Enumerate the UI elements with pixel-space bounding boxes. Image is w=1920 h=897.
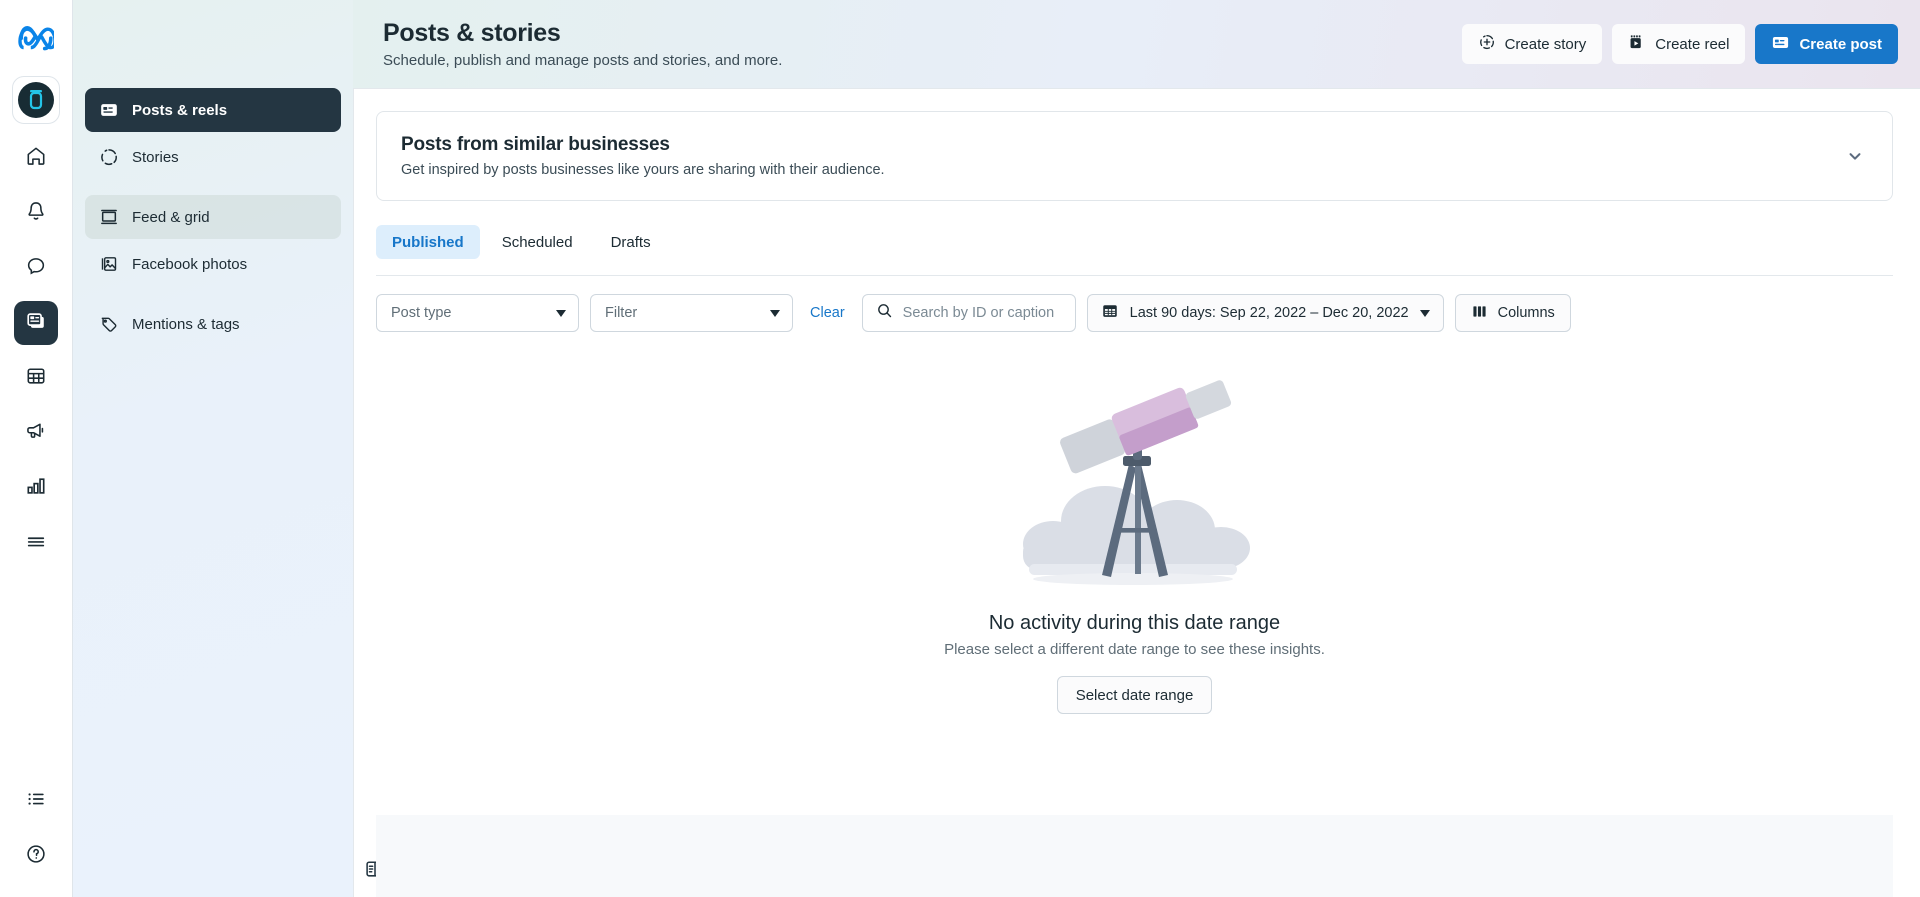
calendar-icon bbox=[1101, 302, 1119, 324]
chat-bubble-icon bbox=[25, 255, 47, 282]
sidebar-item-posts-reels[interactable]: Posts & reels bbox=[85, 88, 341, 132]
status-tabs: Published Scheduled Drafts bbox=[376, 225, 1893, 259]
photos-icon bbox=[99, 254, 119, 274]
create-story-icon bbox=[1478, 33, 1496, 55]
meta-logo[interactable] bbox=[12, 14, 60, 62]
chevron-down-icon bbox=[770, 309, 780, 317]
create-story-label: Create story bbox=[1504, 35, 1587, 53]
date-range-label: Last 90 days: Sep 22, 2022 – Dec 20, 202… bbox=[1129, 305, 1409, 321]
rail-item-content-table[interactable] bbox=[14, 356, 58, 400]
post-type-select-label: Post type bbox=[391, 305, 452, 321]
filter-select-label: Filter bbox=[605, 305, 638, 321]
chevron-down-icon bbox=[556, 309, 566, 317]
create-post-label: Create post bbox=[1799, 35, 1882, 53]
page-header-actions: Create story Create reel Create post bbox=[1461, 24, 1898, 64]
columns-button[interactable]: Columns bbox=[1454, 294, 1571, 332]
feed-grid-icon bbox=[99, 207, 119, 227]
create-story-button[interactable]: Create story bbox=[1461, 24, 1603, 64]
select-date-range-button[interactable]: Select date range bbox=[1056, 676, 1213, 714]
rail-item-posts-and-stories[interactable] bbox=[14, 301, 58, 345]
content-area: Posts from similar businesses Get inspir… bbox=[353, 88, 1920, 897]
sidebar-item-facebook-photos[interactable]: Facebook photos bbox=[85, 242, 341, 286]
business-account-avatar[interactable] bbox=[12, 76, 60, 124]
similar-businesses-text: Posts from similar businesses Get inspir… bbox=[401, 134, 885, 178]
rail-item-tasks[interactable] bbox=[14, 779, 58, 823]
global-icon-rail bbox=[0, 0, 73, 897]
filter-select[interactable]: Filter bbox=[590, 294, 793, 332]
content-inner: Posts from similar businesses Get inspir… bbox=[376, 111, 1893, 897]
bulleted-list-icon bbox=[25, 788, 47, 815]
table-icon bbox=[25, 365, 47, 392]
posts-icon bbox=[25, 310, 47, 337]
help-circle-icon bbox=[25, 843, 47, 870]
section-sidebar: Posts & reels Stories Feed & grid Facebo… bbox=[73, 0, 384, 897]
rail-item-insights[interactable] bbox=[14, 466, 58, 510]
create-reel-button[interactable]: Create reel bbox=[1612, 24, 1746, 64]
filter-bar: Post type Filter Clear Search by ID or c… bbox=[376, 294, 1893, 332]
page-subtitle: Schedule, publish and manage posts and s… bbox=[383, 51, 783, 69]
bar-chart-icon bbox=[25, 475, 47, 502]
columns-icon bbox=[1471, 303, 1488, 324]
create-reel-icon bbox=[1628, 33, 1646, 55]
similar-businesses-subtitle: Get inspired by posts businesses like yo… bbox=[401, 162, 885, 178]
megaphone-icon bbox=[25, 420, 47, 447]
page-title: Posts & stories bbox=[383, 19, 561, 48]
create-post-button[interactable]: Create post bbox=[1755, 24, 1898, 64]
main-column: Posts & stories Schedule, publish and ma… bbox=[353, 0, 1920, 897]
home-icon bbox=[25, 145, 47, 172]
tab-drafts[interactable]: Drafts bbox=[595, 225, 667, 259]
similar-businesses-title: Posts from similar businesses bbox=[401, 134, 670, 155]
search-input[interactable] bbox=[902, 305, 1062, 321]
rail-item-home[interactable] bbox=[14, 136, 58, 180]
posts-reels-icon bbox=[99, 100, 119, 120]
create-post-icon bbox=[1771, 33, 1790, 56]
bell-icon bbox=[25, 200, 47, 227]
tabs-divider bbox=[376, 275, 1893, 276]
rail-item-all-tools[interactable] bbox=[14, 521, 58, 565]
post-type-select[interactable]: Post type bbox=[376, 294, 579, 332]
rail-item-help[interactable] bbox=[14, 834, 58, 878]
tab-scheduled[interactable]: Scheduled bbox=[486, 225, 589, 259]
tag-icon bbox=[99, 314, 119, 334]
sidebar-item-label: Stories bbox=[132, 148, 179, 166]
search-box[interactable] bbox=[861, 294, 1076, 332]
rail-item-notifications[interactable] bbox=[14, 191, 58, 235]
page-header: Posts & stories Schedule, publish and ma… bbox=[353, 0, 1920, 88]
sidebar-item-label: Facebook photos bbox=[132, 255, 248, 273]
chevron-down-icon[interactable] bbox=[1842, 143, 1868, 169]
clear-filters-link[interactable]: Clear bbox=[804, 305, 851, 321]
rail-item-messages[interactable] bbox=[14, 246, 58, 290]
telescope-illustration bbox=[1005, 378, 1265, 610]
columns-label: Columns bbox=[1497, 305, 1555, 321]
create-reel-label: Create reel bbox=[1655, 35, 1730, 53]
empty-state-title: No activity during this date range bbox=[988, 612, 1281, 634]
sidebar-group-gap-2 bbox=[85, 289, 341, 302]
empty-state-subtitle: Please select a different date range to … bbox=[944, 641, 1325, 658]
chevron-down-icon bbox=[1419, 309, 1430, 317]
tab-published[interactable]: Published bbox=[376, 225, 480, 259]
sidebar-item-label: Posts & reels bbox=[132, 101, 228, 119]
page-header-text: Posts & stories Schedule, publish and ma… bbox=[383, 19, 782, 69]
sidebar-item-label: Mentions & tags bbox=[132, 315, 240, 333]
similar-businesses-card[interactable]: Posts from similar businesses Get inspir… bbox=[376, 111, 1893, 201]
app-root: Posts & reels Stories Feed & grid Facebo… bbox=[0, 0, 1920, 897]
date-range-picker[interactable]: Last 90 days: Sep 22, 2022 – Dec 20, 202… bbox=[1086, 294, 1444, 332]
avatar bbox=[18, 82, 54, 118]
search-icon bbox=[876, 302, 893, 324]
rail-bottom-group bbox=[14, 779, 58, 897]
list-lines-icon bbox=[25, 530, 47, 557]
sidebar-item-feed-grid[interactable]: Feed & grid bbox=[85, 195, 341, 239]
empty-state: No activity during this date range Pleas… bbox=[376, 350, 1893, 897]
stories-ring-icon bbox=[99, 147, 119, 167]
sidebar-item-stories[interactable]: Stories bbox=[85, 135, 341, 179]
rail-item-ads[interactable] bbox=[14, 411, 58, 455]
sidebar-item-mentions-tags[interactable]: Mentions & tags bbox=[85, 302, 341, 346]
sidebar-item-label: Feed & grid bbox=[132, 208, 210, 226]
